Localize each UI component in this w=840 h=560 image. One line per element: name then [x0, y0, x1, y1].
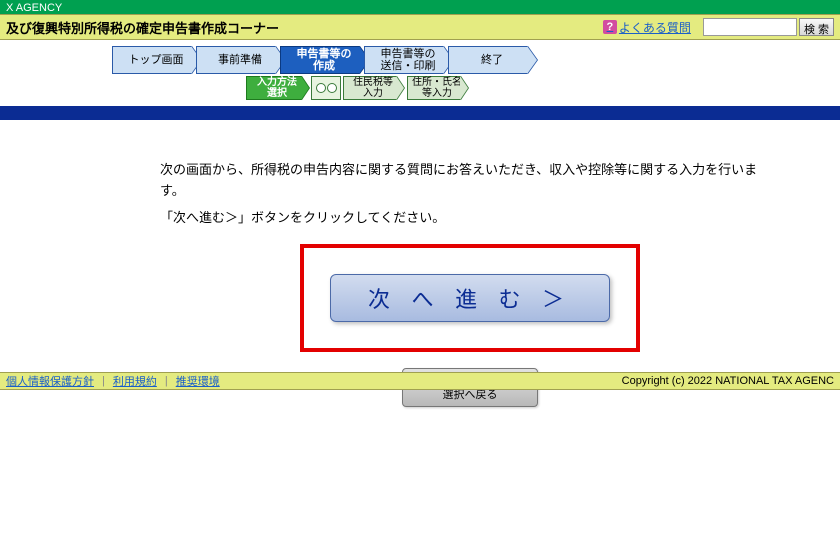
- dot-icon: [327, 83, 337, 93]
- footer-bar: 個人情報保護方針 | 利用規約 | 推奨環境 Copyright (c) 202…: [0, 372, 840, 390]
- footer-link-privacy[interactable]: 個人情報保護方針: [6, 373, 94, 389]
- divider-band: [0, 106, 840, 120]
- next-button[interactable]: 次 へ 進 む ＞: [330, 274, 610, 322]
- dot-icon: [316, 83, 326, 93]
- agency-bar: X AGENCY: [0, 0, 840, 14]
- substep-dots: [311, 76, 341, 100]
- highlight-box: 次 へ 進 む ＞: [300, 244, 640, 352]
- copyright-text: Copyright (c) 2022 NATIONAL TAX AGENC: [622, 375, 834, 387]
- substep-address-name[interactable]: 住所・氏名 等入力: [407, 76, 461, 100]
- step-prepare[interactable]: 事前準備: [196, 46, 276, 74]
- instruction-line-1: 次の画面から、所得税の申告内容に関する質問にお答えいただき、収入や控除等に関する…: [160, 160, 780, 202]
- step-top[interactable]: トップ画面: [112, 46, 192, 74]
- step-send[interactable]: 申告書等の 送信・印刷: [364, 46, 444, 74]
- header-bar: 及び復興特別所得税の確定申告書作成コーナー ? よくある質問 検 索: [0, 14, 840, 40]
- main-content: 次の画面から、所得税の申告内容に関する質問にお答えいただき、収入や控除等に関する…: [0, 120, 840, 407]
- page-title: 及び復興特別所得税の確定申告書作成コーナー: [6, 18, 603, 37]
- footer-link-terms[interactable]: 利用規約: [113, 373, 157, 389]
- separator: |: [165, 375, 168, 387]
- step-create[interactable]: 申告書等の 作成: [280, 46, 360, 74]
- search-box: 検 索: [703, 18, 834, 36]
- breadcrumb-nav: トップ画面 事前準備 申告書等の 作成 申告書等の 送信・印刷 終了 入力方法 …: [0, 40, 840, 104]
- separator: |: [102, 375, 105, 387]
- search-input[interactable]: [703, 18, 797, 36]
- faq-link[interactable]: ? よくある質問: [603, 19, 691, 36]
- faq-label: よくある質問: [619, 19, 691, 36]
- substep-resident-tax[interactable]: 住民税等 入力: [343, 76, 397, 100]
- substep-input-method[interactable]: 入力方法 選択: [246, 76, 302, 100]
- search-button[interactable]: 検 索: [799, 18, 834, 36]
- step-done[interactable]: 終了: [448, 46, 528, 74]
- instruction-line-2: 「次へ進む＞」ボタンをクリックしてください。: [160, 208, 780, 229]
- footer-link-env[interactable]: 推奨環境: [176, 373, 220, 389]
- question-icon: ?: [603, 20, 617, 34]
